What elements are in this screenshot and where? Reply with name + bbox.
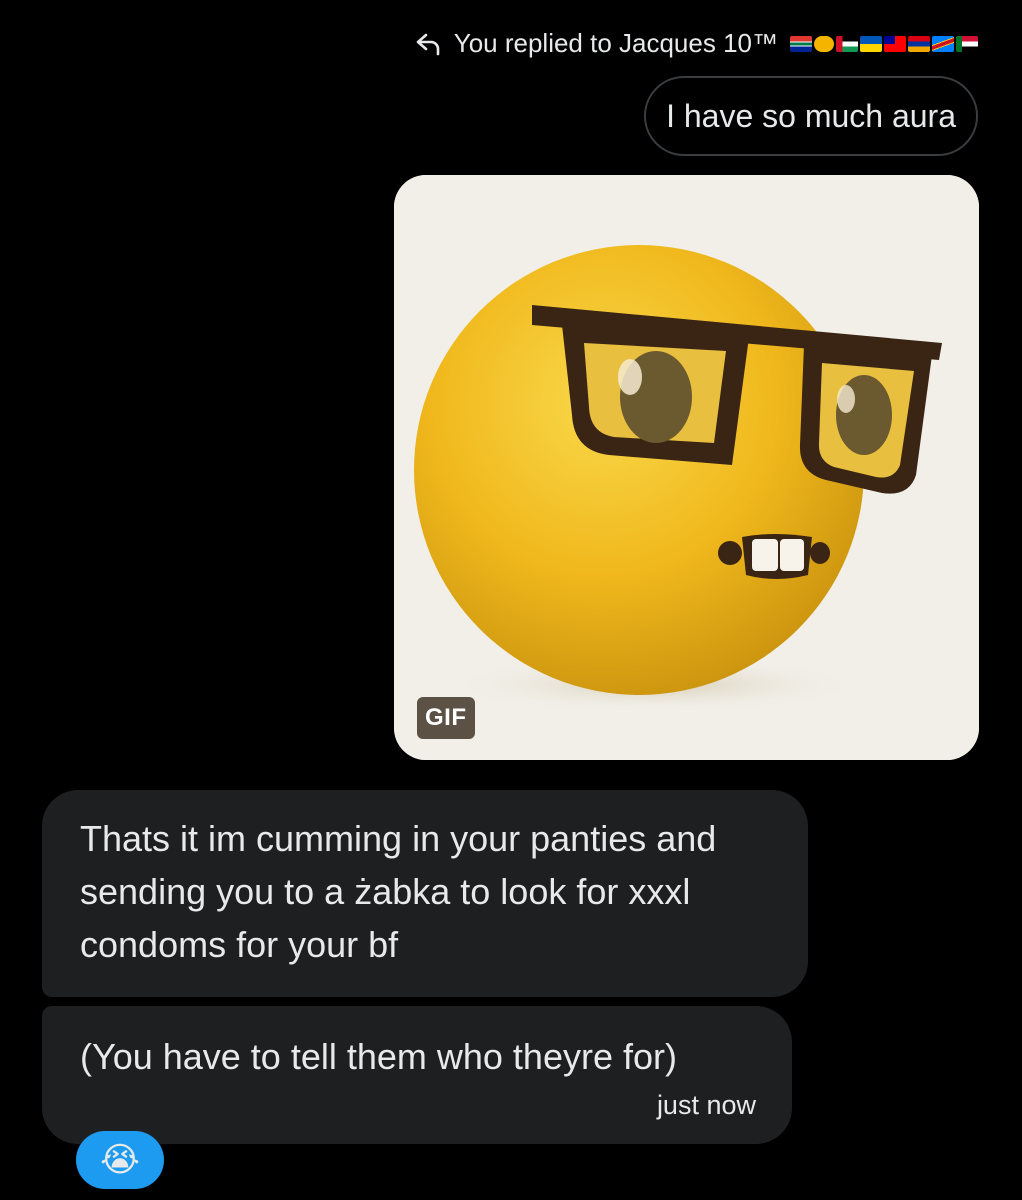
reply-context[interactable]: You replied to Jacques 10™ (414, 28, 978, 59)
gif-badge: GIF (417, 697, 475, 739)
palestine-flag-icon (836, 35, 858, 52)
reply-context-text: You replied to Jacques 10™ (453, 28, 778, 58)
nerd-face-gif-image (394, 175, 979, 760)
armenia-flag-icon (908, 35, 930, 52)
south-africa-flag-icon (790, 35, 812, 52)
flag-emoji-row (790, 35, 978, 52)
reply-arrow-icon (416, 33, 440, 55)
incoming-message-bubble-2[interactable]: (You have to tell them who theyre for) j… (42, 1006, 792, 1144)
sudan-flag-icon (956, 35, 978, 52)
incoming-message-text: Thats it im cumming in your panties and … (80, 818, 717, 965)
handshake-emoji-icon (814, 35, 834, 52)
own-message-bubble[interactable]: I have so much aura (644, 76, 978, 156)
ukraine-flag-icon (860, 35, 882, 52)
incoming-message-text-2: (You have to tell them who theyre for) (80, 1036, 677, 1077)
message-timestamp: just now (656, 1090, 756, 1120)
incoming-message-bubble[interactable]: Thats it im cumming in your panties and … (42, 790, 808, 997)
taiwan-flag-icon (884, 35, 906, 52)
reaction-badge[interactable]: 😭 (76, 1131, 164, 1189)
dr-congo-flag-icon (932, 35, 954, 52)
crying-face-emoji-icon: 😭 (100, 1141, 140, 1179)
own-message-text: I have so much aura (666, 97, 956, 134)
gif-message[interactable]: GIF (394, 175, 979, 760)
